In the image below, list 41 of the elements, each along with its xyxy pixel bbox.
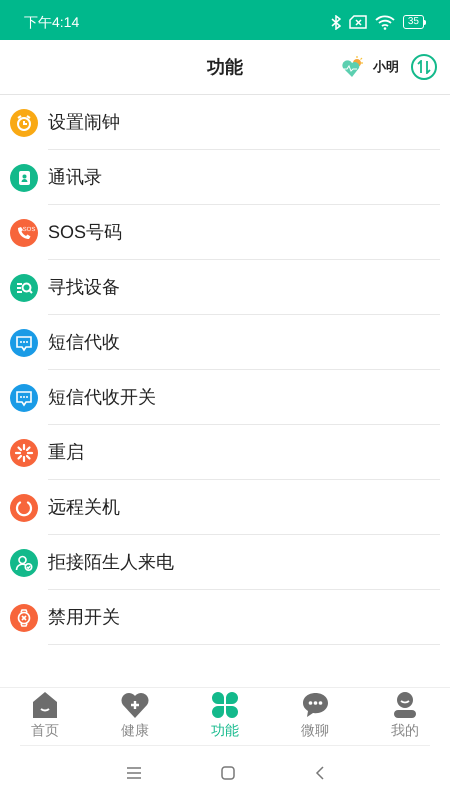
item-label: 通讯录 [48,166,102,188]
status-time: 下午4:14 [24,12,80,32]
user-name: 小明 [373,58,399,76]
swap-arrows-icon [417,60,431,74]
wifi-icon [374,14,395,30]
nav-tab[interactable]: 首页 [0,688,90,745]
item-label: 寻找设备 [48,276,120,298]
menu-item[interactable]: 通讯录 [0,150,450,205]
item-label: 远程关机 [48,496,120,518]
page-title: 功能 [207,56,243,78]
menu-item[interactable]: 寻找设备 [0,260,450,315]
menu-item[interactable]: 重启 [0,425,450,480]
house-icon [33,692,57,718]
home-square-icon[interactable] [220,766,234,780]
bluetooth-icon [330,14,341,30]
back-icon[interactable] [314,766,324,780]
item-label: 短信代收开关 [48,386,156,408]
menu-item[interactable]: 远程关机 [0,480,450,535]
heart-plus-icon [121,692,149,718]
nav-tab[interactable]: 我的 [360,688,450,745]
item-label: SOS号码 [48,220,122,244]
menu-item[interactable]: 短信代收开关 [0,370,450,425]
no-sim-icon [348,15,367,29]
item-label: 拒接陌生人来电 [48,550,174,574]
item-label: 重启 [48,440,84,464]
switch-button[interactable] [411,54,437,80]
item-label: 禁用开关 [48,606,120,628]
person-icon [394,692,416,718]
heart-sun-icon [341,55,365,79]
chat-bubble-icon [302,692,328,718]
battery-indicator: 35 [402,15,426,29]
menu-icon[interactable] [126,767,140,779]
nav-tab[interactable]: 健康 [90,688,180,745]
item-label: 短信代收 [48,330,120,354]
nav-tab[interactable]: 微聊 [270,688,360,745]
menu-item[interactable]: 短信代收 [0,315,450,370]
item-label: 设置闹钟 [48,110,120,134]
menu-item[interactable]: 设置闹钟 [0,95,450,150]
menu-item[interactable]: 禁用开关 [0,590,450,645]
clover-icon [212,692,238,718]
menu-item[interactable]: 拒接陌生人来电 [0,535,450,590]
